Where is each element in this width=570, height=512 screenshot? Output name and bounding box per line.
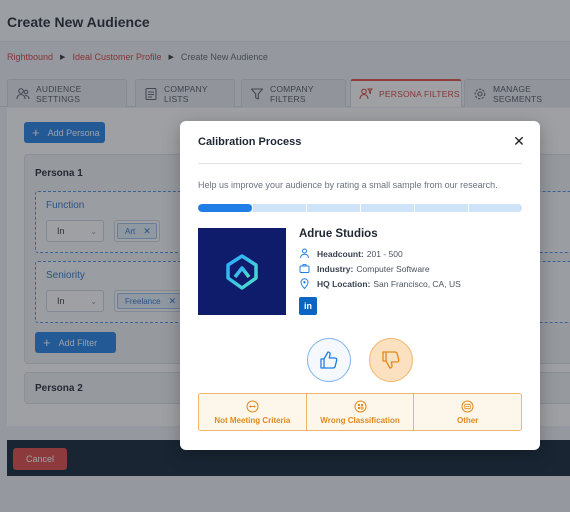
people-icon xyxy=(299,248,310,259)
thumbs-up-icon xyxy=(320,351,338,369)
industry-row: Industry: Computer Software xyxy=(299,263,430,274)
progress-fill xyxy=(198,204,252,212)
hq-label: HQ Location: xyxy=(317,278,371,289)
close-icon[interactable]: ✕ xyxy=(512,133,526,149)
other-icon xyxy=(461,400,474,413)
headcount-label: Headcount: xyxy=(317,248,364,259)
reason-not-meeting-criteria[interactable]: Not Meeting Criteria xyxy=(199,394,307,430)
company-logo xyxy=(198,228,286,315)
location-pin-icon xyxy=(299,278,310,289)
thumbs-up-button[interactable] xyxy=(307,338,351,382)
hq-value: San Francisco, CA, US xyxy=(373,278,461,289)
company-name: Adrue Studios xyxy=(299,228,378,240)
progress-segment-divider xyxy=(414,204,415,212)
progress-segment-divider xyxy=(360,204,361,212)
reason-label: Not Meeting Criteria xyxy=(214,415,291,425)
briefcase-icon xyxy=(299,263,310,274)
industry-value: Computer Software xyxy=(356,263,430,274)
reason-label: Wrong Classification xyxy=(320,415,400,425)
calibration-progress-bar xyxy=(198,204,522,212)
progress-segment-divider xyxy=(252,204,253,212)
modal-help-text: Help us improve your audience by rating … xyxy=(198,180,498,190)
progress-segment-divider xyxy=(306,204,307,212)
adrue-logo-icon xyxy=(226,253,258,290)
calibration-modal: Calibration Process ✕ Help us improve yo… xyxy=(180,121,540,450)
headcount-value: 201 - 500 xyxy=(366,248,403,259)
reason-wrong-classification[interactable]: Wrong Classification xyxy=(307,394,415,430)
progress-segment-divider xyxy=(468,204,469,212)
rejection-reasons: Not Meeting Criteria Wrong Classificatio… xyxy=(198,393,522,431)
linkedin-icon[interactable]: in xyxy=(299,297,317,315)
reason-label: Other xyxy=(457,415,479,425)
reason-other[interactable]: Other xyxy=(414,394,521,430)
headcount-row: Headcount: 201 - 500 xyxy=(299,248,403,259)
hq-row: HQ Location: San Francisco, CA, US xyxy=(299,278,461,289)
modal-title: Calibration Process xyxy=(198,136,302,148)
industry-label: Industry: xyxy=(317,263,354,274)
modal-divider xyxy=(198,163,522,164)
classification-icon xyxy=(354,400,367,413)
thumbs-down-button[interactable] xyxy=(369,338,413,382)
criteria-icon xyxy=(246,400,259,413)
thumbs-down-icon xyxy=(382,351,400,369)
